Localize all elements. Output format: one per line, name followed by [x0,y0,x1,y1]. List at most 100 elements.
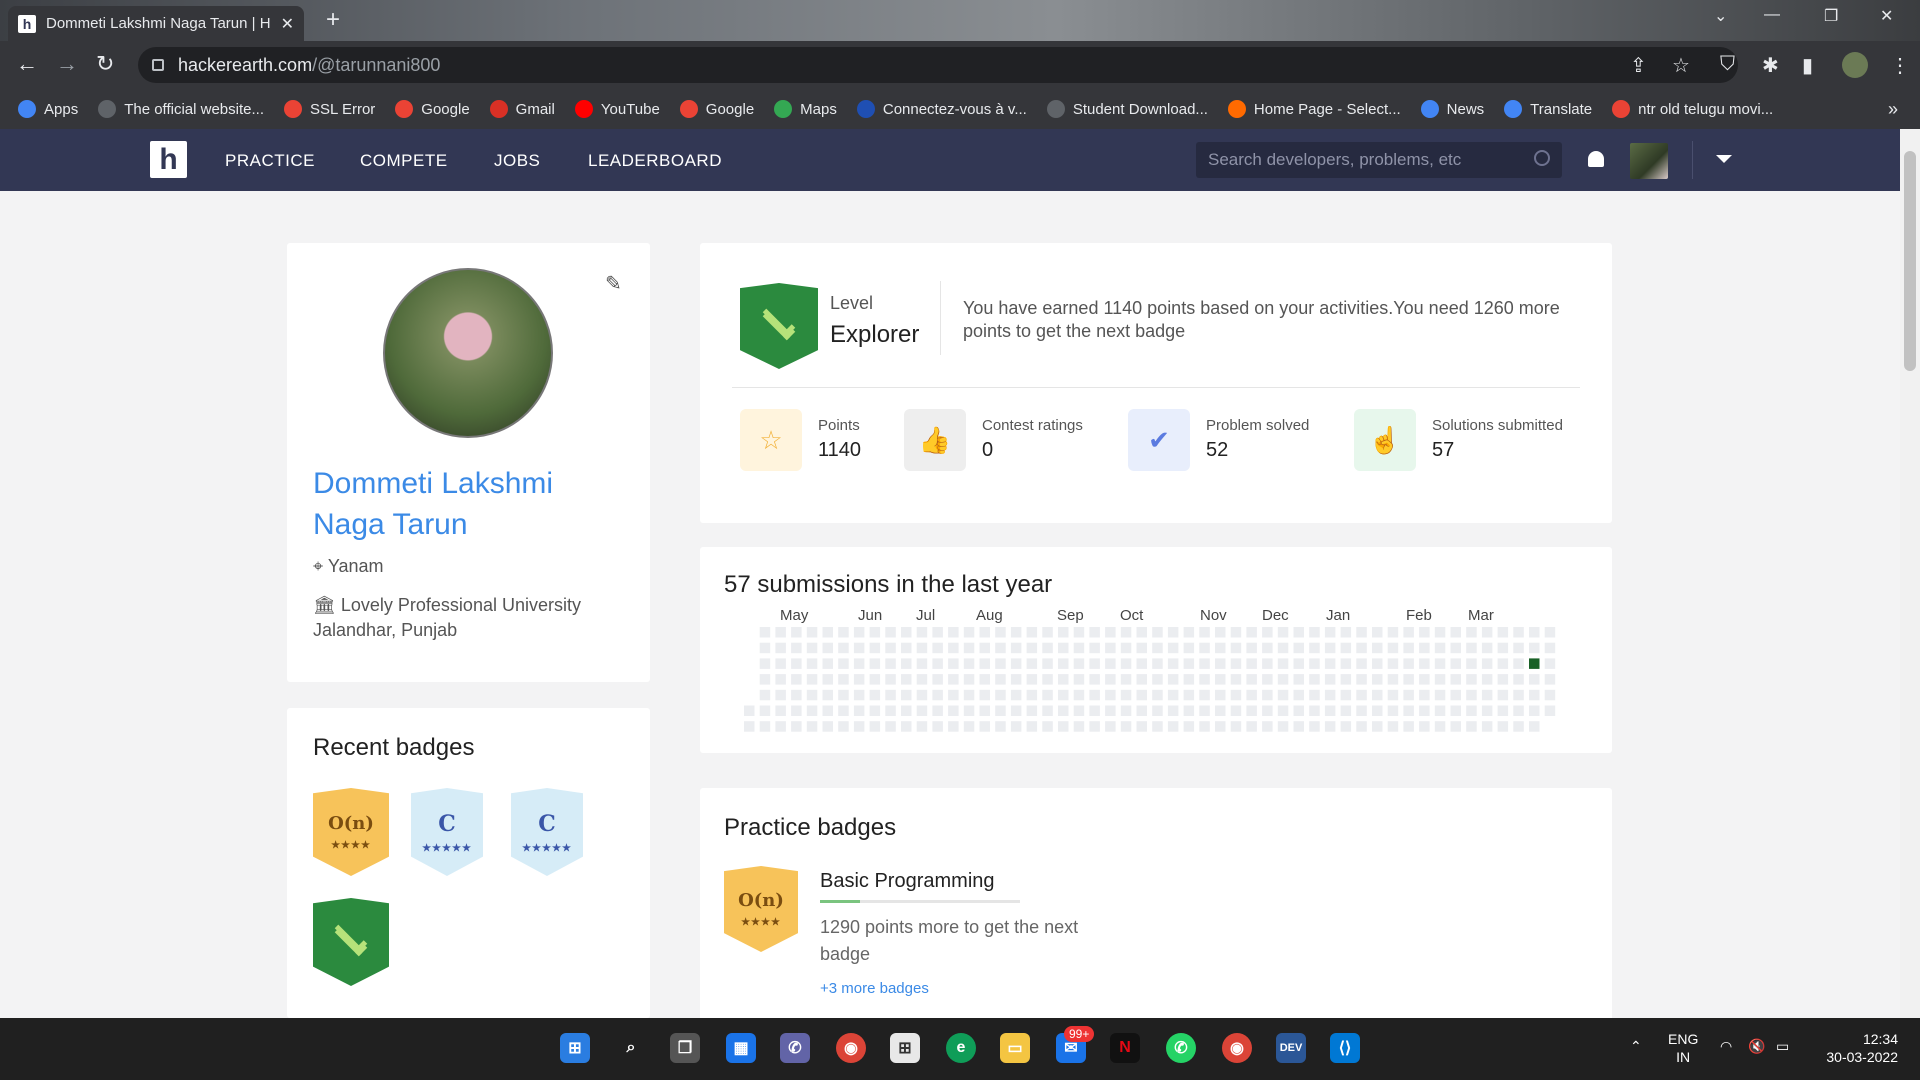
vscode-icon[interactable]: ⟨⟩ [1330,1033,1360,1063]
heatmap-cell[interactable] [1513,642,1524,654]
store-icon[interactable]: ⊞ [890,1033,920,1063]
heatmap-cell[interactable] [1167,627,1179,638]
heatmap-cell[interactable] [869,721,881,732]
heatmap-cell[interactable] [822,642,834,654]
heatmap-cell[interactable] [1403,627,1414,638]
heatmap-cell[interactable] [1434,642,1446,654]
heatmap-cell[interactable] [1183,627,1195,638]
heatmap-cell[interactable] [948,705,959,717]
heatmap-cell[interactable] [1026,705,1038,717]
heatmap-cell[interactable] [1058,689,1069,701]
heatmap-cell[interactable] [806,658,818,669]
heatmap-cell[interactable] [1372,674,1383,685]
restore-icon[interactable]: ❐ [1824,6,1838,26]
clock[interactable]: 12:34 30-03-2022 [1818,1030,1898,1066]
heatmap-cell[interactable] [1058,721,1069,732]
heatmap-cell[interactable] [1529,705,1540,717]
heatmap-cell[interactable] [1466,674,1477,685]
practice-track-name[interactable]: Basic Programming [820,870,995,893]
heatmap-cell[interactable] [1058,705,1069,717]
heatmap-cell[interactable] [806,689,818,701]
heatmap-cell[interactable] [853,627,865,638]
heatmap-cell[interactable] [822,721,834,732]
user-avatar[interactable] [1630,143,1668,179]
heatmap-cell[interactable] [1073,642,1085,654]
heatmap-cell[interactable] [869,642,881,654]
bookmark-item[interactable]: SSL Error [284,100,375,118]
heatmap-cell[interactable] [759,689,771,701]
heatmap-cell[interactable] [1324,642,1336,654]
heatmap-cell[interactable] [1136,627,1148,638]
heatmap-cell[interactable] [822,674,834,685]
heatmap-cell[interactable] [1026,689,1038,701]
heatmap-cell[interactable] [1215,658,1226,669]
chrome-profile-icon[interactable]: ◉ [1222,1033,1252,1063]
heatmap-cell[interactable] [1089,674,1100,685]
heatmap-cell[interactable] [1042,689,1053,701]
heatmap-cell[interactable] [901,689,912,701]
heatmap-cell[interactable] [1026,721,1038,732]
heatmap-cell[interactable] [1513,721,1524,732]
heatmap-cell[interactable] [1434,658,1446,669]
heatmap-cell[interactable] [1230,658,1242,669]
heatmap-cell[interactable] [1513,674,1524,685]
heatmap-cell[interactable] [1434,721,1446,732]
edit-pencil-icon[interactable]: ✎ [605,271,625,295]
menu-kebab-icon[interactable]: ⋮ [1890,53,1910,78]
bookmark-item[interactable]: Gmail [489,100,555,118]
heatmap-cell[interactable] [1372,642,1383,654]
heatmap-cell[interactable] [963,689,975,701]
heatmap-cell[interactable] [1466,721,1477,732]
heatmap-cell[interactable] [932,674,943,685]
heatmap-cell[interactable] [995,721,1006,732]
heatmap-cell[interactable] [979,658,991,669]
heatmap-cell[interactable] [791,658,802,669]
heatmap-cell[interactable] [1183,721,1195,732]
bookmark-item[interactable]: Connectez-vous à v... [856,100,1027,118]
widgets-icon[interactable]: ▦ [726,1033,756,1063]
heatmap-cell[interactable] [853,658,865,669]
heatmap-cell[interactable] [838,674,849,685]
hackerearth-logo[interactable]: h [150,141,187,178]
heatmap-cell[interactable] [1120,642,1132,654]
heatmap-cell[interactable] [1089,627,1100,638]
heatmap-cell[interactable] [1372,627,1383,638]
heatmap-cell[interactable] [1293,705,1305,717]
tab-search-chevron-icon[interactable]: ⌄ [1714,6,1727,26]
heatmap-cell[interactable] [822,658,834,669]
heatmap-cell[interactable] [1450,721,1462,732]
heatmap-cell[interactable] [948,627,959,638]
heatmap-cell[interactable] [1529,642,1540,654]
heatmap-cell[interactable] [838,627,849,638]
heatmap-cell[interactable] [1246,627,1257,638]
heatmap-cell[interactable] [1419,705,1430,717]
heatmap-cell[interactable] [1481,721,1493,732]
heatmap-cell[interactable] [1152,674,1163,685]
heatmap-cell[interactable] [1497,674,1509,685]
heatmap-cell[interactable] [979,689,991,701]
heatmap-cell[interactable] [1466,689,1477,701]
heatmap-cell[interactable] [1403,721,1414,732]
heatmap-cell[interactable] [1450,689,1462,701]
bookmarks-overflow-button[interactable]: » [1888,99,1898,120]
heatmap-cell[interactable] [1419,627,1430,638]
heatmap-cell[interactable] [775,689,786,701]
share-icon[interactable]: ⇪ [1630,53,1647,78]
bookmark-star-icon[interactable]: ☆ [1672,53,1690,78]
heatmap-cell[interactable] [1089,721,1100,732]
profile-avatar-icon[interactable] [1842,52,1868,78]
more-badges-link[interactable]: +3 more badges [820,980,929,997]
heatmap-cell[interactable] [775,705,786,717]
heatmap-cell[interactable] [1042,674,1053,685]
heatmap-cell[interactable] [1246,721,1257,732]
heatmap-cell[interactable] [759,627,771,638]
badge-cpp[interactable]: C ★★★★★ [511,788,583,876]
heatmap-cell[interactable] [1042,721,1053,732]
heatmap-cell[interactable] [932,642,943,654]
heatmap-cell[interactable] [1356,689,1367,701]
heatmap-cell[interactable] [1293,627,1305,638]
heatmap-cell[interactable] [1356,642,1367,654]
bookmark-item[interactable]: Maps [774,100,837,118]
page-scrollbar[interactable] [1900,129,1920,1018]
heatmap-cell[interactable] [1183,689,1195,701]
